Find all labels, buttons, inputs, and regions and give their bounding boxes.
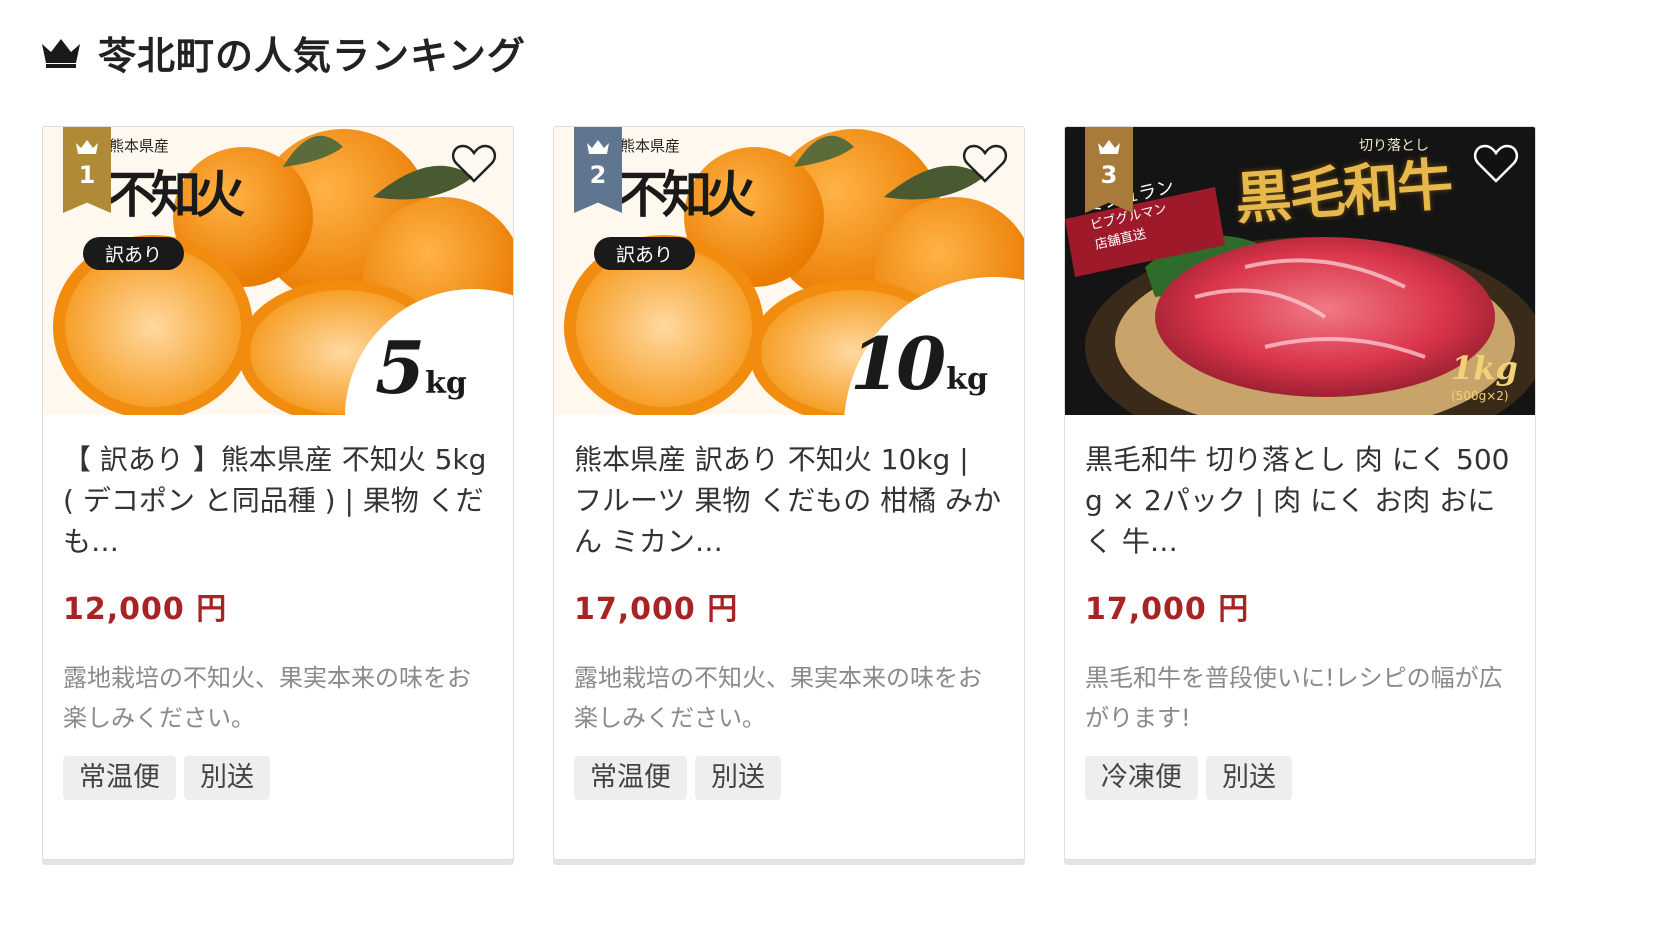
image-weight-number: 5 [375, 325, 426, 410]
shipping-tag: 別送 [184, 756, 270, 800]
image-band-text: 訳あり [83, 237, 185, 270]
image-region-text: 熊本県産 [109, 137, 170, 155]
product-description: 露地栽培の不知火、果実本来の味をお楽しみください。 [574, 664, 982, 732]
image-weight-text: 1kg [1451, 349, 1518, 387]
ranking-header: 苓北町の人気ランキング [40, 22, 526, 82]
favorite-button[interactable] [451, 143, 497, 185]
product-title[interactable]: 【 訳あり 】熊本県産 不知火 5kg ( デコポン と同品種 ) | 果物 く… [63, 439, 493, 562]
image-region-text: 熊本県産 [620, 137, 681, 155]
shipping-tags: 常温便 別送 [574, 756, 1004, 800]
image-weight: 10 kg [850, 321, 988, 406]
crown-icon [1098, 140, 1120, 154]
product-price: 12,000 円 [63, 592, 228, 627]
product-image[interactable]: 熊本県産 不知火 訳あり 10 kg 2 [554, 127, 1024, 415]
shipping-tags: 常温便 別送 [63, 756, 493, 800]
favorite-button[interactable] [1473, 143, 1519, 185]
product-price: 17,000 円 [574, 592, 739, 627]
image-pack-text: (500g×2) [1451, 389, 1509, 403]
image-weight: 5 kg [375, 325, 467, 410]
heart-icon [1473, 144, 1519, 183]
heart-icon [451, 144, 497, 183]
crown-icon [587, 140, 609, 154]
image-band-text: 訳あり [594, 237, 696, 270]
crown-icon [42, 39, 80, 68]
rank-number: 3 [1100, 161, 1118, 189]
shipping-tag: 常温便 [574, 756, 687, 800]
rank-badge: 3 [1085, 127, 1133, 213]
shipping-tag: 別送 [695, 756, 781, 800]
image-weight-unit: kg [946, 362, 988, 397]
product-card-2[interactable]: 熊本県産 不知火 訳あり 10 kg 2 熊本県産 訳あり 不知火 10kg |… [553, 126, 1025, 860]
product-description: 露地栽培の不知火、果実本来の味をお楽しみください。 [63, 664, 471, 732]
section-title: 苓北町の人気ランキング [98, 33, 526, 78]
shipping-tags: 冷凍便 別送 [1085, 756, 1515, 800]
shipping-tag: 別送 [1206, 756, 1292, 800]
rank-badge: 2 [574, 127, 622, 213]
product-description: 黒毛和牛を普段使いに!レシピの幅が広がります! [1085, 664, 1503, 732]
image-name-text: 黒毛和牛 [1233, 151, 1454, 233]
shipping-tag: 冷凍便 [1085, 756, 1198, 800]
product-price: 17,000 円 [1085, 592, 1250, 627]
ranking-list: 熊本県産 不知火 訳あり 5 kg 1 【 訳あり 】熊本県産 不知火 5kg … [42, 126, 1536, 860]
rank-number: 2 [589, 161, 607, 189]
product-card-3[interactable]: ミシュラン ビブグルマン 店舗直送 切り落とし 黒毛和牛 1kg (500g×2… [1064, 126, 1536, 860]
product-card-1[interactable]: 熊本県産 不知火 訳あり 5 kg 1 【 訳あり 】熊本県産 不知火 5kg … [42, 126, 514, 860]
image-name-text: 不知火 [618, 165, 756, 224]
image-weight-unit: kg [425, 366, 467, 401]
product-image[interactable]: 熊本県産 不知火 訳あり 5 kg 1 [43, 127, 513, 415]
favorite-button[interactable] [962, 143, 1008, 185]
product-title[interactable]: 熊本県産 訳あり 不知火 10kg | フルーツ 果物 くだもの 柑橘 みかん … [574, 439, 1004, 562]
product-title[interactable]: 黒毛和牛 切り落とし 肉 にく 500g × 2パック | 肉 にく お肉 おに… [1085, 439, 1515, 562]
product-image[interactable]: ミシュラン ビブグルマン 店舗直送 切り落とし 黒毛和牛 1kg (500g×2… [1065, 127, 1535, 415]
rank-number: 1 [78, 161, 96, 189]
shipping-tag: 常温便 [63, 756, 176, 800]
image-weight-number: 10 [850, 321, 946, 406]
image-name-text: 不知火 [107, 165, 245, 224]
heart-icon [962, 144, 1008, 183]
crown-icon [76, 140, 98, 154]
rank-badge: 1 [63, 127, 111, 213]
